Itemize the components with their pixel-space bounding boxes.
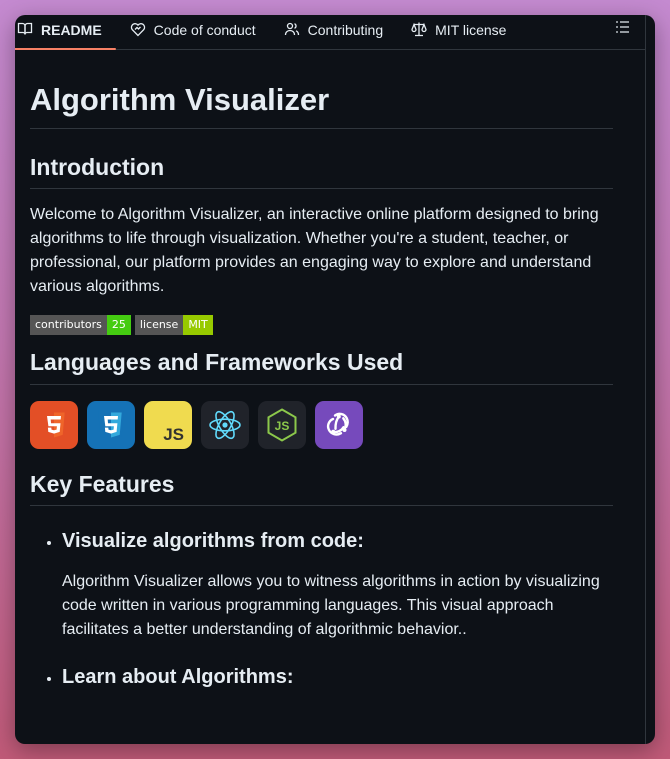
html5-icon	[30, 400, 78, 449]
tab-readme-label: README	[41, 22, 102, 38]
languages-heading: Languages and Frameworks Used	[30, 349, 613, 385]
tab-mit-license[interactable]: MIT license	[397, 15, 520, 49]
redux-icon	[315, 400, 363, 449]
feature-title: Learn about Algorithms:	[62, 666, 294, 689]
react-icon	[201, 400, 249, 449]
contributors-badge-label: contributors	[30, 315, 107, 336]
readme-content: Algorithm Visualizer Introduction Welcom…	[30, 49, 613, 690]
code-of-conduct-icon	[130, 21, 146, 40]
technology-icons: JS JS	[30, 400, 613, 449]
svg-text:JS: JS	[275, 419, 290, 433]
contributors-badge-value: 25	[106, 315, 131, 336]
tab-code-of-conduct-label: Code of conduct	[153, 22, 256, 38]
features-list: Visualize algorithms from code: Algorith…	[30, 528, 613, 690]
license-badge-value: MIT	[183, 315, 213, 336]
tab-code-of-conduct[interactable]: Code of conduct	[116, 15, 270, 49]
list-item: Visualize algorithms from code: Algorith…	[62, 528, 613, 642]
outline-list-icon[interactable]	[615, 19, 631, 35]
css3-icon	[87, 400, 135, 449]
book-icon	[17, 21, 33, 40]
tab-readme[interactable]: README	[15, 15, 116, 50]
readme-tab-bar: README Code of conduct Contributing MIT …	[15, 15, 645, 50]
page-title: Algorithm Visualizer	[30, 49, 613, 129]
nodejs-icon: JS	[258, 400, 306, 449]
license-badge-label: license	[134, 315, 184, 336]
license-badge[interactable]: license MIT	[134, 315, 213, 336]
introduction-heading: Introduction	[30, 154, 613, 190]
javascript-icon: JS	[144, 400, 192, 449]
contributors-badge[interactable]: contributors 25	[30, 315, 131, 336]
tab-contributing[interactable]: Contributing	[270, 15, 398, 49]
features-heading: Key Features	[30, 471, 613, 507]
law-icon	[411, 21, 427, 40]
feature-title: Visualize algorithms from code:	[62, 530, 364, 553]
svg-text:JS: JS	[163, 425, 184, 443]
feature-text: Algorithm Visualizer allows you to witne…	[62, 573, 600, 639]
people-icon	[284, 21, 300, 40]
tab-contributing-label: Contributing	[307, 22, 384, 38]
list-item: Learn about Algorithms:	[62, 664, 613, 690]
readme-window: README Code of conduct Contributing MIT …	[15, 15, 655, 744]
introduction-text: Welcome to Algorithm Visualizer, an inte…	[30, 206, 599, 296]
tab-mit-license-label: MIT license	[435, 22, 507, 38]
badges: contributors 25 license MIT	[30, 315, 613, 336]
divider	[645, 15, 646, 744]
